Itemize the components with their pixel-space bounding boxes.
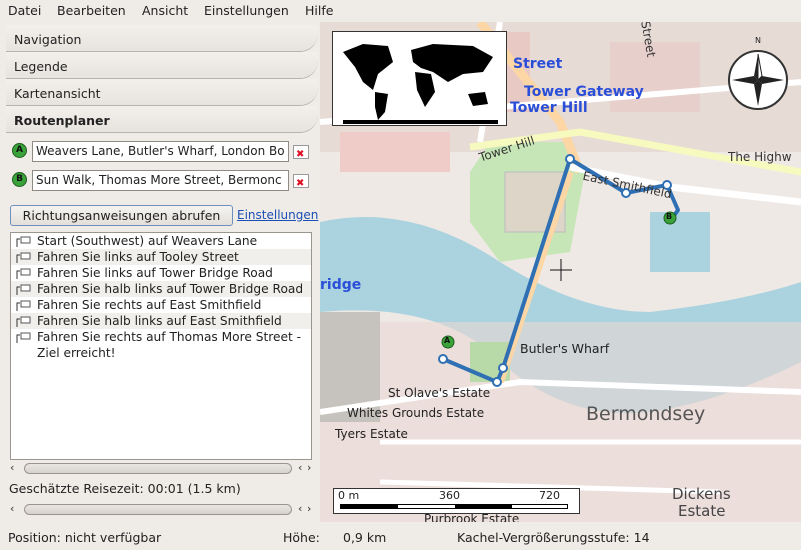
direction-icon bbox=[16, 300, 31, 311]
map-route-marker-b: B bbox=[666, 212, 673, 221]
panel-route-planner[interactable]: Routenplaner bbox=[6, 106, 318, 133]
statusbar: Position: nicht verfügbar Höhe: 0,9 km K… bbox=[0, 522, 801, 550]
end-marker-icon: B bbox=[12, 172, 27, 187]
menu-bearbeiten[interactable]: Bearbeiten bbox=[57, 3, 126, 18]
direction-item[interactable]: Fahren Sie links auf Tower Bridge Road bbox=[11, 265, 311, 281]
direction-item[interactable]: Fahren Sie rechts auf Thomas More Street… bbox=[11, 329, 311, 361]
get-directions-button[interactable]: Richtungsanweisungen abrufen bbox=[10, 205, 233, 226]
panel-hscrollbar[interactable]: ‹ ‹ › bbox=[10, 502, 312, 516]
start-marker-icon: A bbox=[12, 143, 27, 158]
direction-item[interactable]: Fahren Sie links auf Tooley Street bbox=[11, 249, 311, 265]
direction-item[interactable]: Fahren Sie rechts auf East Smithfield bbox=[11, 297, 311, 313]
scale-mid: 360 bbox=[439, 489, 460, 502]
direction-text: Fahren Sie rechts auf East Smithfield bbox=[37, 298, 262, 312]
menubar: Datei Bearbeiten Ansicht Einstellungen H… bbox=[0, 0, 801, 22]
map-label-tower-hill-station: Tower Hill bbox=[510, 100, 588, 116]
scroll-right-icon[interactable]: › bbox=[307, 502, 311, 516]
map-label-bermondsey: Bermondsey bbox=[586, 403, 706, 425]
status-altitude-value: 0,9 km bbox=[343, 530, 387, 545]
menu-einstellungen[interactable]: Einstellungen bbox=[204, 3, 289, 18]
direction-text: Fahren Sie links auf Tower Bridge Road bbox=[37, 266, 273, 280]
direction-item[interactable]: Fahren Sie halb links auf Tower Bridge R… bbox=[11, 281, 311, 297]
route-settings-link[interactable]: Einstellungen bbox=[237, 208, 318, 222]
map-label-st-olaves: St Olave's Estate bbox=[388, 386, 491, 400]
direction-text: Fahren Sie halb links auf East Smithfiel… bbox=[37, 314, 282, 328]
scale-end: 720 bbox=[539, 489, 560, 502]
panel-navigation-label: Navigation bbox=[14, 32, 82, 47]
scroll-right-icon[interactable]: › bbox=[307, 461, 311, 475]
directions-hscrollbar[interactable]: ‹ ‹ › bbox=[10, 461, 312, 475]
compass-north-label: N bbox=[755, 36, 761, 45]
status-tile-zoom: Kachel-Vergrößerungsstufe: 14 bbox=[457, 530, 650, 545]
map-label-butlers-wharf: Butler's Wharf bbox=[520, 341, 610, 356]
overview-world-map[interactable] bbox=[332, 31, 507, 126]
scroll-left-icon[interactable]: ‹ bbox=[10, 502, 14, 516]
status-position: Position: nicht verfügbar bbox=[8, 530, 162, 545]
scroll-thumb[interactable] bbox=[24, 504, 292, 515]
directions-list[interactable]: Start (Southwest) auf Weavers Lane Fahre… bbox=[10, 232, 312, 460]
direction-item[interactable]: Fahren Sie halb links auf East Smithfiel… bbox=[11, 313, 311, 329]
scale-bar: 0 m 360 720 bbox=[333, 488, 580, 514]
direction-item[interactable]: Start (Southwest) auf Weavers Lane bbox=[11, 233, 311, 249]
map-label-dickens: Dickens bbox=[672, 485, 731, 503]
compass-icon[interactable]: N bbox=[726, 36, 790, 110]
direction-text: Fahren Sie halb links auf Tower Bridge R… bbox=[37, 282, 304, 296]
direction-text: Start (Southwest) auf Weavers Lane bbox=[37, 234, 258, 248]
panel-legend[interactable]: Legende bbox=[6, 52, 318, 79]
scroll-left-icon[interactable]: ‹ bbox=[298, 461, 302, 475]
map-label-tower-gateway: Tower Gateway bbox=[524, 84, 644, 100]
scroll-left-icon[interactable]: ‹ bbox=[10, 461, 14, 475]
remove-icon: ✖ bbox=[296, 178, 305, 189]
estimated-travel-time: Geschätzte Reisezeit: 00:01 (1.5 km) bbox=[9, 481, 241, 496]
map-label-tyers: Tyers Estate bbox=[335, 427, 408, 441]
scale-bar-graphic bbox=[340, 504, 568, 509]
menu-ansicht[interactable]: Ansicht bbox=[142, 3, 188, 18]
menu-datei[interactable]: Datei bbox=[8, 3, 41, 18]
direction-icon bbox=[16, 268, 31, 279]
direction-icon bbox=[16, 284, 31, 295]
side-panel: Navigation Legende Kartenansicht Routenp… bbox=[0, 22, 320, 522]
panel-navigation[interactable]: Navigation bbox=[6, 25, 318, 52]
map-label-bridge: ridge bbox=[320, 277, 362, 293]
status-altitude-label: Höhe: bbox=[283, 530, 320, 545]
direction-text-final: Ziel erreicht! bbox=[37, 346, 116, 360]
remove-end-button[interactable]: ✖ bbox=[293, 174, 309, 189]
panel-map-view-label: Kartenansicht bbox=[14, 86, 101, 101]
panel-route-planner-label: Routenplaner bbox=[14, 113, 110, 128]
direction-icon bbox=[16, 236, 31, 247]
map-label-whites-grounds: Whites Grounds Estate bbox=[347, 406, 485, 420]
map-label-dickens-estate: Estate bbox=[678, 502, 726, 520]
scale-zero: 0 m bbox=[338, 489, 360, 502]
scroll-thumb[interactable] bbox=[24, 463, 292, 474]
panel-map-view[interactable]: Kartenansicht bbox=[6, 79, 318, 106]
remove-start-button[interactable]: ✖ bbox=[293, 145, 309, 160]
scroll-left-icon[interactable]: ‹ bbox=[298, 502, 302, 516]
direction-icon bbox=[16, 316, 31, 327]
map-label-street: Street bbox=[513, 56, 563, 72]
panel-legend-label: Legende bbox=[14, 59, 68, 74]
direction-icon bbox=[16, 252, 31, 263]
direction-text: Fahren Sie links auf Tooley Street bbox=[37, 250, 239, 264]
direction-text: Fahren Sie rechts auf Thomas More Street… bbox=[37, 330, 302, 344]
menu-hilfe[interactable]: Hilfe bbox=[305, 3, 333, 18]
world-map-icon bbox=[343, 44, 498, 124]
direction-icon bbox=[16, 332, 31, 343]
map-label-the-highway: The Highw bbox=[728, 150, 792, 164]
map-route-marker-a: A bbox=[444, 336, 451, 345]
end-location-input[interactable]: Sun Walk, Thomas More Street, Bermonc bbox=[32, 170, 289, 191]
map-view[interactable]: Street Tower Gateway Tower Hill Tower Hi… bbox=[320, 22, 801, 522]
remove-icon: ✖ bbox=[296, 149, 305, 160]
start-location-input[interactable]: Weavers Lane, Butler's Wharf, London Bo bbox=[32, 141, 289, 162]
